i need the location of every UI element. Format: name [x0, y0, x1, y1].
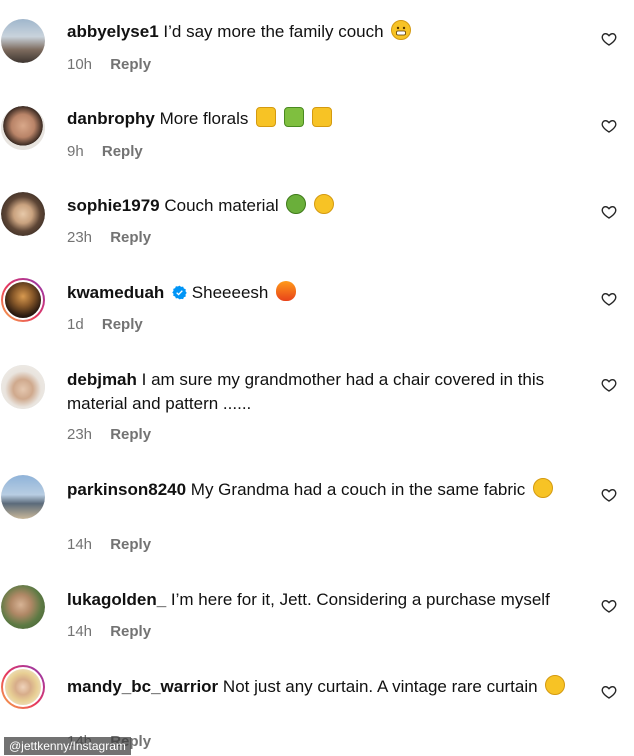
- raised-hands-emoji-icon: [256, 107, 277, 127]
- comment-text: lukagolden_ I’m here for it, Jett. Consi…: [67, 588, 587, 612]
- comment-body: I am sure my grandmother had a chair cov…: [67, 370, 545, 413]
- reply-button[interactable]: Reply: [102, 143, 143, 160]
- reply-button[interactable]: Reply: [110, 536, 151, 553]
- comment-username[interactable]: kwameduah: [67, 283, 164, 302]
- comment-body: My Grandma had a couch in the same fabri…: [190, 480, 526, 499]
- comment-body: I’m here for it, Jett. Considering a pur…: [170, 590, 550, 609]
- avatar[interactable]: [1, 19, 45, 63]
- rolling-laughing-emoji-icon: [314, 194, 335, 214]
- comment-text: parkinson8240 My Grandma had a couch in …: [67, 478, 587, 502]
- avatar[interactable]: [1, 278, 45, 322]
- comment-meta: 14h Reply: [67, 622, 151, 642]
- nauseated-face-emoji-icon: [286, 194, 307, 214]
- comment-username[interactable]: mandy_bc_warrior: [67, 677, 218, 696]
- comments-panel: abbyelyse1 I’d say more the family couch…: [0, 0, 634, 756]
- avatar[interactable]: [1, 585, 45, 629]
- comment-meta: 9h Reply: [67, 142, 143, 162]
- comment-meta: 1d Reply: [67, 315, 143, 335]
- comment-time: 1d: [67, 316, 84, 333]
- comment-username[interactable]: danbrophy: [67, 109, 155, 128]
- comment-body: More florals: [159, 109, 249, 128]
- comment-body: I’d say more the family couch: [163, 22, 384, 41]
- comment-username[interactable]: sophie1979: [67, 196, 160, 215]
- heart-icon[interactable]: [601, 118, 617, 134]
- heart-icon[interactable]: [601, 598, 617, 614]
- comment-text: sophie1979 Couch material: [67, 194, 587, 218]
- comment-time: 23h: [67, 229, 93, 246]
- reply-button[interactable]: Reply: [110, 229, 151, 246]
- comment-body: Sheeeesh: [191, 283, 269, 302]
- comment-text: mandy_bc_warrior Not just any curtain. A…: [67, 675, 587, 699]
- comment-body: Not just any curtain. A vintage rare cur…: [222, 677, 538, 696]
- comment-username[interactable]: abbyelyse1: [67, 22, 159, 41]
- grinning-emoji-icon: [391, 20, 412, 40]
- comment-text: kwameduah Sheeeesh: [67, 281, 587, 305]
- heart-icon[interactable]: [601, 204, 617, 220]
- verified-badge-icon: [172, 285, 187, 300]
- comment-meta: 10h Reply: [67, 55, 151, 75]
- reply-button[interactable]: Reply: [102, 316, 143, 333]
- comment-time: 14h: [67, 623, 93, 640]
- comment-meta: 14h Reply: [67, 535, 151, 555]
- fire-emoji-icon: [276, 281, 297, 301]
- reply-button[interactable]: Reply: [110, 623, 151, 640]
- heart-icon[interactable]: [601, 684, 617, 700]
- heart-icon[interactable]: [601, 291, 617, 307]
- image-credit-watermark: @jettkenny/Instagram: [4, 737, 131, 755]
- comment-text: danbrophy More florals: [67, 107, 587, 131]
- comment-username[interactable]: parkinson8240: [67, 480, 186, 499]
- avatar[interactable]: [1, 475, 45, 519]
- comment-text: debjmah I am sure my grandmother had a c…: [67, 368, 587, 416]
- bouquet-emoji-icon: [283, 107, 304, 127]
- heart-icon[interactable]: [601, 377, 617, 393]
- avatar[interactable]: [1, 106, 45, 150]
- avatar[interactable]: [1, 192, 45, 236]
- avatar[interactable]: [1, 365, 45, 409]
- avatar[interactable]: [1, 665, 45, 709]
- reply-button[interactable]: Reply: [110, 56, 151, 73]
- comment-body: Couch material: [164, 196, 279, 215]
- heart-icon[interactable]: [601, 31, 617, 47]
- reply-button[interactable]: Reply: [110, 426, 151, 443]
- comment-time: 23h: [67, 426, 93, 443]
- comment-time: 9h: [67, 143, 84, 160]
- comment-time: 14h: [67, 536, 93, 553]
- tears-of-joy-emoji-icon: [533, 478, 554, 498]
- heart-icon[interactable]: [601, 487, 617, 503]
- comment-meta: 23h Reply: [67, 425, 151, 445]
- comment-meta: 23h Reply: [67, 228, 151, 248]
- raised-hands-emoji-icon: [311, 107, 332, 127]
- comment-text: abbyelyse1 I’d say more the family couch: [67, 20, 587, 44]
- comment-username[interactable]: lukagolden_: [67, 590, 166, 609]
- comment-username[interactable]: debjmah: [67, 370, 137, 389]
- comment-time: 10h: [67, 56, 93, 73]
- grinning-squinting-emoji-icon: [545, 675, 566, 695]
